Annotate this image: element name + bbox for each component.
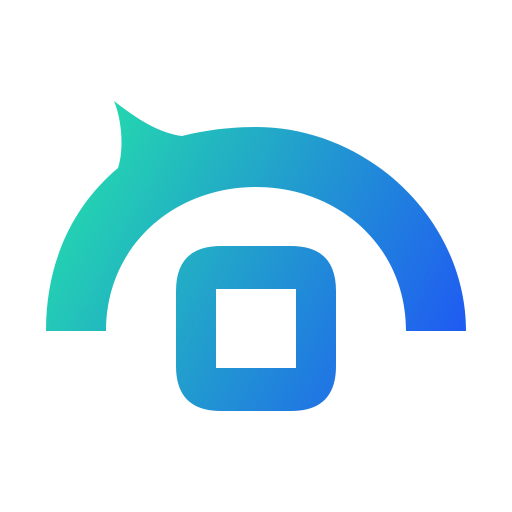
app-logo-icon <box>46 101 466 411</box>
logo-canvas <box>0 0 512 512</box>
square-ring <box>176 246 336 411</box>
arc-shape <box>46 101 466 331</box>
